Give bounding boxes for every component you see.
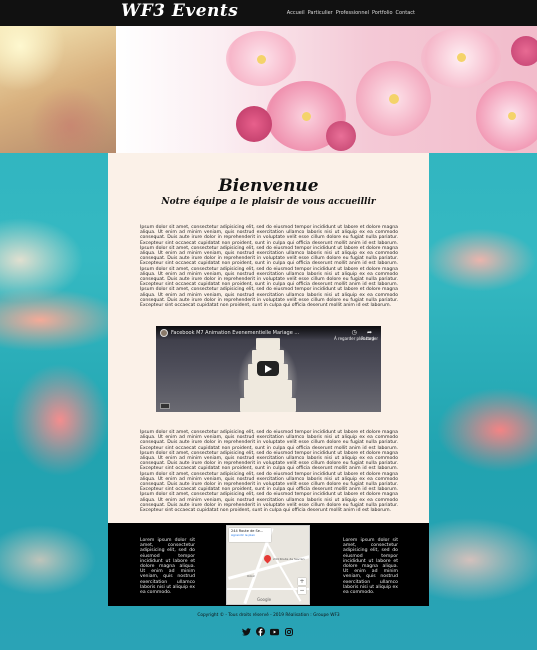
youtube-icon[interactable] <box>270 627 279 636</box>
map-info-card: 244 Route de Se... Agrandir le plan <box>229 528 271 542</box>
nav-links: Accueil Particulier Professionnel Portfo… <box>287 10 415 16</box>
hero-banner-image <box>116 26 537 153</box>
page-subtitle: Notre équipe a le plaisir de vous accuei… <box>161 197 376 207</box>
google-map[interactable]: 244 Route de Se... Agrandir le plan 244 … <box>226 525 310 605</box>
video-player[interactable]: Facebook M7 Animation Evenementielle Mar… <box>156 326 381 412</box>
play-button[interactable] <box>257 361 279 376</box>
nav-link-particulier[interactable]: Particulier <box>308 10 333 16</box>
footer-left-text: Lorem ipsum dolor sit amet, consectetur … <box>140 538 195 596</box>
share-button[interactable]: ➦ Partager <box>361 329 378 341</box>
social-links <box>242 627 293 636</box>
instagram-icon[interactable] <box>284 627 293 636</box>
map-pin-icon[interactable] <box>262 553 273 564</box>
nav-link-contact[interactable]: Contact <box>396 10 415 16</box>
map-enlarge-link[interactable]: Agrandir le plan <box>229 533 271 537</box>
nav-link-portfolio[interactable]: Portfolio <box>372 10 393 16</box>
nav-link-professionnel[interactable]: Professionnel <box>336 10 369 16</box>
channel-avatar[interactable] <box>160 329 168 337</box>
channel-logo <box>160 403 170 409</box>
hero-side-image <box>0 26 116 153</box>
share-label: Partager <box>361 336 378 341</box>
page-title: Bienvenue <box>218 176 319 196</box>
navbar: WF3 Events Accueil Particulier Professio… <box>0 0 537 26</box>
facebook-icon[interactable] <box>256 627 265 636</box>
map-area-label: Ozoir <box>247 574 255 578</box>
intro-paragraph: Ipsum dolor sit amet, consectetur adipis… <box>140 225 398 309</box>
share-icon: ➦ <box>366 329 373 336</box>
zoom-out-button[interactable]: − <box>298 587 306 594</box>
site-logo[interactable]: WF3 Events <box>121 1 238 21</box>
zoom-in-button[interactable]: + <box>298 578 306 585</box>
copyright: Copyright © - Tous droits réservé - 2019… <box>197 613 340 618</box>
second-paragraph: Ipsum dolor sit amet, consectetur adipis… <box>140 430 398 514</box>
google-label: Google <box>257 597 272 602</box>
video-title[interactable]: Facebook M7 Animation Evenementielle Mar… <box>171 330 299 336</box>
clock-icon: ◷ <box>351 329 357 336</box>
twitter-icon[interactable] <box>242 627 251 636</box>
map-place-label: 244 Route de Sevran <box>273 557 305 561</box>
nav-link-accueil[interactable]: Accueil <box>287 10 305 16</box>
footer-right-text: Lorem ipsum dolor sit amet, consectetur … <box>343 538 398 596</box>
